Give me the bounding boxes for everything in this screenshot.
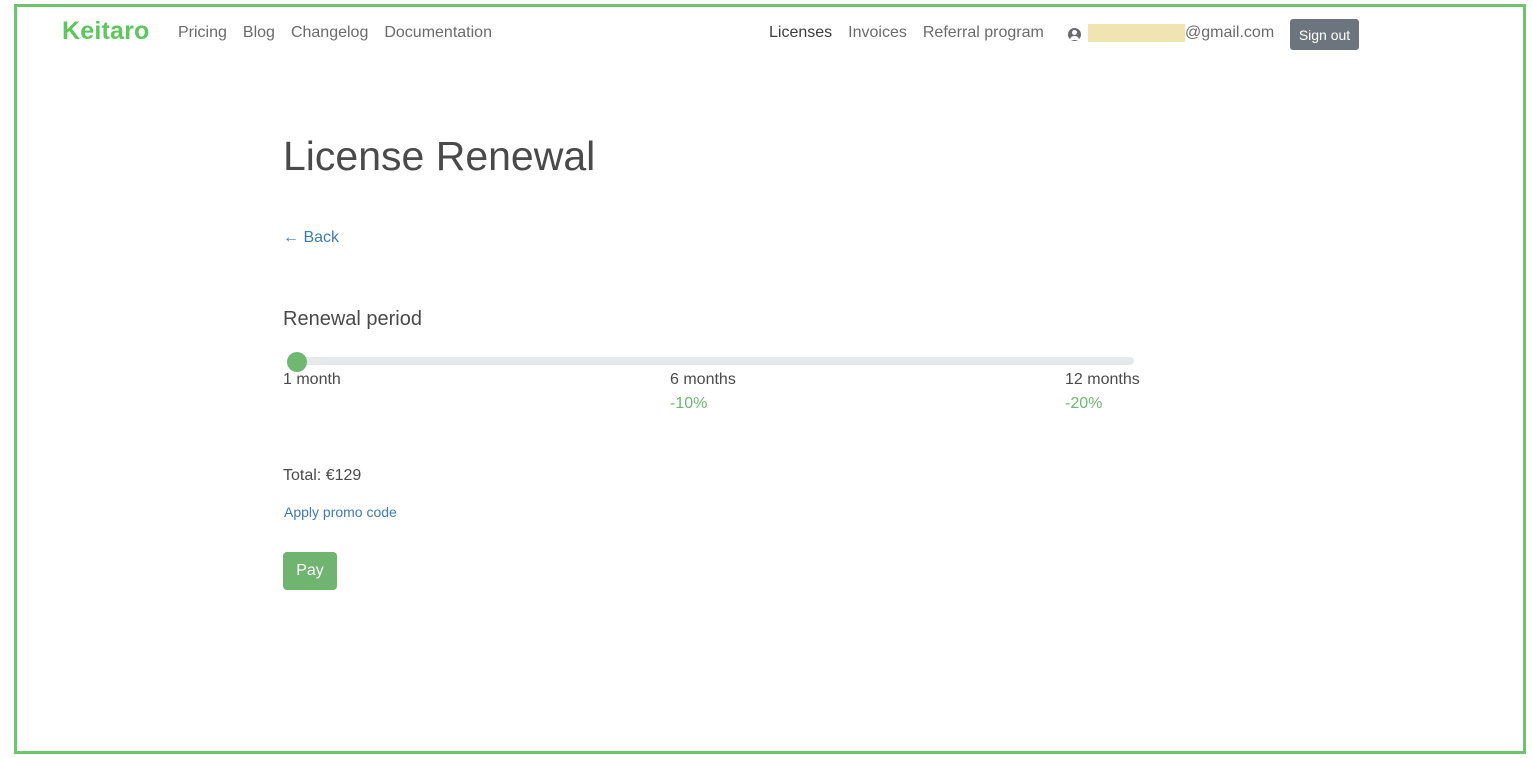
primary-nav: Pricing Blog Changelog Documentation xyxy=(178,24,492,42)
nav-item-blog[interactable]: Blog xyxy=(243,24,275,42)
nav-item-invoices[interactable]: Invoices xyxy=(848,24,907,42)
slider-tick-12-months: 12 months -20% xyxy=(1065,371,1140,413)
redacted-email-name xyxy=(1088,24,1185,42)
apply-promo-code-link[interactable]: Apply promo code xyxy=(284,504,397,520)
slider-tick-6-months: 6 months -10% xyxy=(670,371,736,413)
nav-item-licenses[interactable]: Licenses xyxy=(769,24,832,42)
back-link[interactable]: ← Back xyxy=(283,229,339,247)
page-title: License Renewal xyxy=(283,133,596,179)
nav-item-changelog[interactable]: Changelog xyxy=(291,24,368,42)
account-nav: Licenses Invoices Referral program xyxy=(769,24,1044,42)
nav-item-pricing[interactable]: Pricing xyxy=(178,24,227,42)
slider-tick-1-month: 1 month xyxy=(283,371,341,389)
renewal-period-slider-track[interactable] xyxy=(287,357,1134,365)
slider-tick-label: 6 months xyxy=(670,371,736,388)
total-price: Total: €129 xyxy=(283,467,362,484)
page-frame xyxy=(14,4,1526,754)
brand-logo[interactable]: Keitaro xyxy=(62,17,150,46)
sign-out-button[interactable]: Sign out xyxy=(1290,19,1359,50)
renewal-period-slider-thumb[interactable] xyxy=(287,352,307,372)
user-email-domain: @gmail.com xyxy=(1185,24,1275,41)
pay-button[interactable]: Pay xyxy=(283,552,337,590)
discount-badge-6-months: -10% xyxy=(670,395,708,412)
nav-item-referral-program[interactable]: Referral program xyxy=(923,24,1044,42)
slider-tick-label: 1 month xyxy=(283,371,341,388)
user-circle-icon xyxy=(1068,27,1081,41)
user-account: @gmail.com xyxy=(1068,24,1274,42)
nav-item-documentation[interactable]: Documentation xyxy=(384,24,492,42)
renewal-period-heading: Renewal period xyxy=(283,308,422,330)
discount-badge-12-months: -20% xyxy=(1065,395,1103,412)
slider-tick-label: 12 months xyxy=(1065,371,1140,388)
